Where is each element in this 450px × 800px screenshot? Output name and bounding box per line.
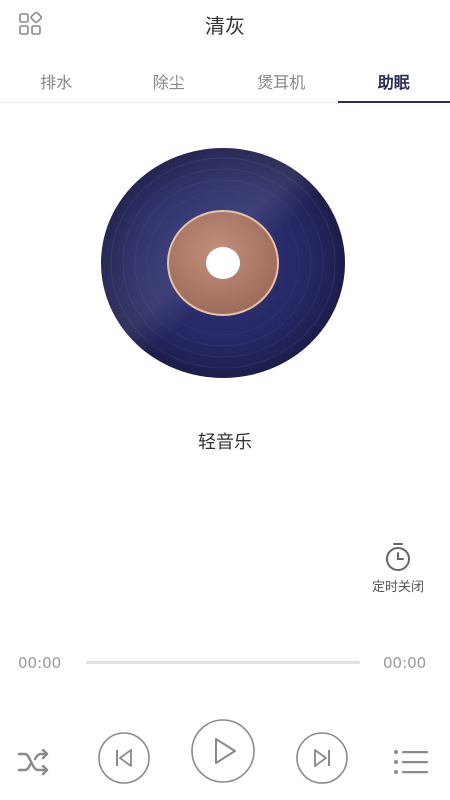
tab-drain[interactable]: 排水 <box>0 66 113 102</box>
skip-previous-icon <box>116 749 132 767</box>
app-header: 清灰 <box>0 0 450 52</box>
skip-previous-button[interactable] <box>97 731 151 785</box>
current-time: 00:00 <box>18 654 62 672</box>
playlist-icon[interactable] <box>392 744 430 780</box>
tab-sleep[interactable]: 助眠 <box>337 66 450 103</box>
sleep-timer-button[interactable]: 定时关闭 <box>360 542 436 602</box>
skip-next-button[interactable] <box>295 731 349 785</box>
shuffle-icon[interactable] <box>16 744 52 780</box>
timer-label: 定时关闭 <box>371 580 424 595</box>
tab-dust[interactable]: 除尘 <box>113 66 226 102</box>
page-title: 清灰 <box>205 14 245 38</box>
tab-burn-in[interactable]: 煲耳机 <box>225 66 338 102</box>
play-icon <box>215 738 236 764</box>
total-time: 00:00 <box>383 654 427 672</box>
vinyl-disc-image <box>101 148 345 378</box>
stopwatch-icon <box>386 543 410 571</box>
play-button[interactable] <box>190 718 256 784</box>
progress-slider[interactable] <box>86 661 360 664</box>
tab-bar: 排水 除尘 煲耳机 助眠 <box>0 66 450 103</box>
track-name: 轻音乐 <box>198 432 252 453</box>
skip-next-icon <box>314 749 330 767</box>
